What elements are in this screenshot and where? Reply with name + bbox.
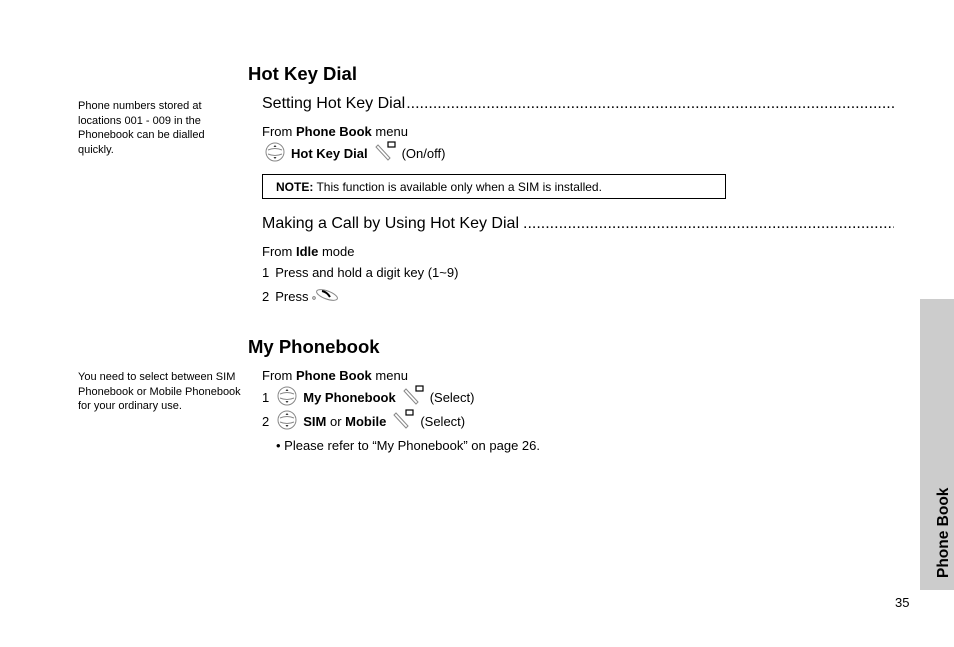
section-title-my-phonebook: My Phonebook xyxy=(248,336,380,357)
note-label: NOTE: xyxy=(276,179,314,194)
sim-label: SIM xyxy=(303,414,327,429)
menu-name: Phone Book xyxy=(295,368,372,383)
from-phone-book-menu: From Phone Book menu xyxy=(262,124,408,139)
from-suffix: menu xyxy=(371,124,408,139)
my-phonebook-step-2: 2 SIM or Mobile (Select) xyxy=(262,409,465,434)
leader-dots xyxy=(523,215,894,233)
page-number: 35 xyxy=(895,595,910,610)
from-suffix: menu xyxy=(371,368,408,383)
hot-key-dial-step: Hot Key Dial (On/off) xyxy=(265,141,445,166)
making-call-step-1: 1 Press and hold a digit key (1~9) xyxy=(262,265,458,280)
from-suffix: mode xyxy=(318,244,355,259)
navigation-key-icon xyxy=(265,142,285,165)
note-text: This function is available only when a S… xyxy=(313,179,602,194)
menu-name: Phone Book xyxy=(295,124,372,139)
leader-dots xyxy=(406,95,894,113)
note-box: NOTE: This function is available only wh… xyxy=(262,174,726,199)
side-note-my-phonebook: You need to select between SIM Phonebook… xyxy=(78,371,241,412)
subheading-text: Setting Hot Key Dial xyxy=(262,95,406,112)
on-off-label: (On/off) xyxy=(401,146,446,161)
soft-key-icon xyxy=(392,409,416,434)
from-prefix: From xyxy=(262,244,296,259)
from-prefix: From xyxy=(262,368,296,383)
side-note-hot-key-dial: Phone numbers stored at locations 001 - … xyxy=(78,100,205,156)
step-text: Press xyxy=(275,289,309,304)
step-number: 2 xyxy=(262,414,270,429)
step-number: 1 xyxy=(262,390,270,405)
subheading-text: Making a Call by Using Hot Key Dial xyxy=(262,215,519,232)
mode-name: Idle xyxy=(295,244,319,259)
mobile-label: Mobile xyxy=(345,414,387,429)
my-phonebook-step-1: 1 My Phonebook (Select) xyxy=(262,385,474,410)
subheading-making-call: Making a Call by Using Hot Key Dial xyxy=(262,215,894,233)
from-phone-book-menu-2: From Phone Book menu xyxy=(262,368,408,383)
hot-key-dial-label: Hot Key Dial xyxy=(291,146,368,161)
send-key-icon xyxy=(311,287,339,306)
from-prefix: From xyxy=(262,124,296,139)
my-phonebook-label: My Phonebook xyxy=(303,390,396,405)
making-call-step-2: 2 Press xyxy=(262,287,339,306)
from-idle-mode: From Idle mode xyxy=(262,244,355,259)
soft-key-icon xyxy=(402,385,426,410)
or-text: or xyxy=(326,414,346,429)
step-number: 2 xyxy=(262,289,270,304)
reference-bullet: • Please refer to “My Phonebook” on page… xyxy=(276,438,540,453)
step-number: 1 xyxy=(262,265,270,280)
step-text: Press and hold a digit key (1~9) xyxy=(275,265,459,280)
select-label: (Select) xyxy=(429,390,475,405)
section-title-hot-key-dial: Hot Key Dial xyxy=(248,63,357,84)
section-tab: Phone Book xyxy=(920,299,954,590)
select-label: (Select) xyxy=(420,414,466,429)
section-tab-label: Phone Book xyxy=(935,487,952,578)
subheading-setting-hot-key-dial: Setting Hot Key Dial xyxy=(262,95,894,113)
navigation-key-icon xyxy=(277,410,297,433)
soft-key-icon xyxy=(374,141,398,166)
navigation-key-icon xyxy=(277,386,297,409)
